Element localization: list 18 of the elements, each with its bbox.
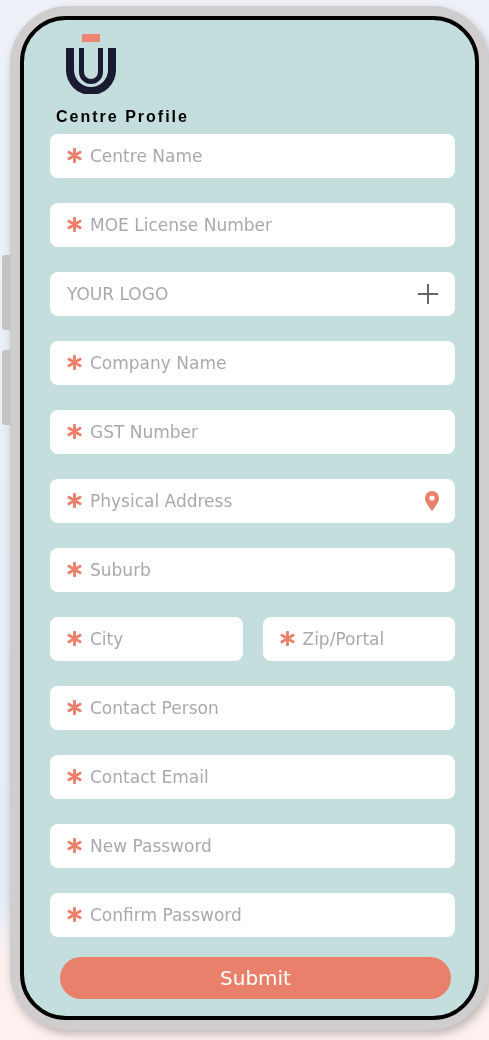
input-field[interactable]: Zip/Portal — [262, 617, 455, 661]
page-title: Centre Profile — [56, 108, 190, 126]
input-field[interactable]: Confirm Password — [50, 893, 455, 937]
input-field[interactable]: New Password — [50, 824, 455, 868]
logo-icon — [64, 34, 118, 94]
input-field[interactable]: YOUR LOGO — [50, 272, 455, 316]
input-field[interactable]: Contact Email — [50, 755, 455, 799]
input-field[interactable]: GST Number — [50, 410, 455, 454]
input-field[interactable]: Contact Person — [50, 686, 455, 730]
input-field[interactable]: MOE License Number — [50, 203, 455, 247]
input-field[interactable]: Suburb — [50, 548, 455, 592]
input-field[interactable]: Centre Name — [50, 134, 455, 178]
input-field[interactable]: City — [50, 617, 243, 661]
location-pin-icon[interactable] — [425, 491, 439, 511]
input-field[interactable]: Company Name — [50, 341, 455, 385]
input-field[interactable]: Physical Address — [50, 479, 455, 523]
plus-icon[interactable] — [417, 283, 439, 305]
submit-button[interactable]: Submit — [60, 957, 451, 999]
